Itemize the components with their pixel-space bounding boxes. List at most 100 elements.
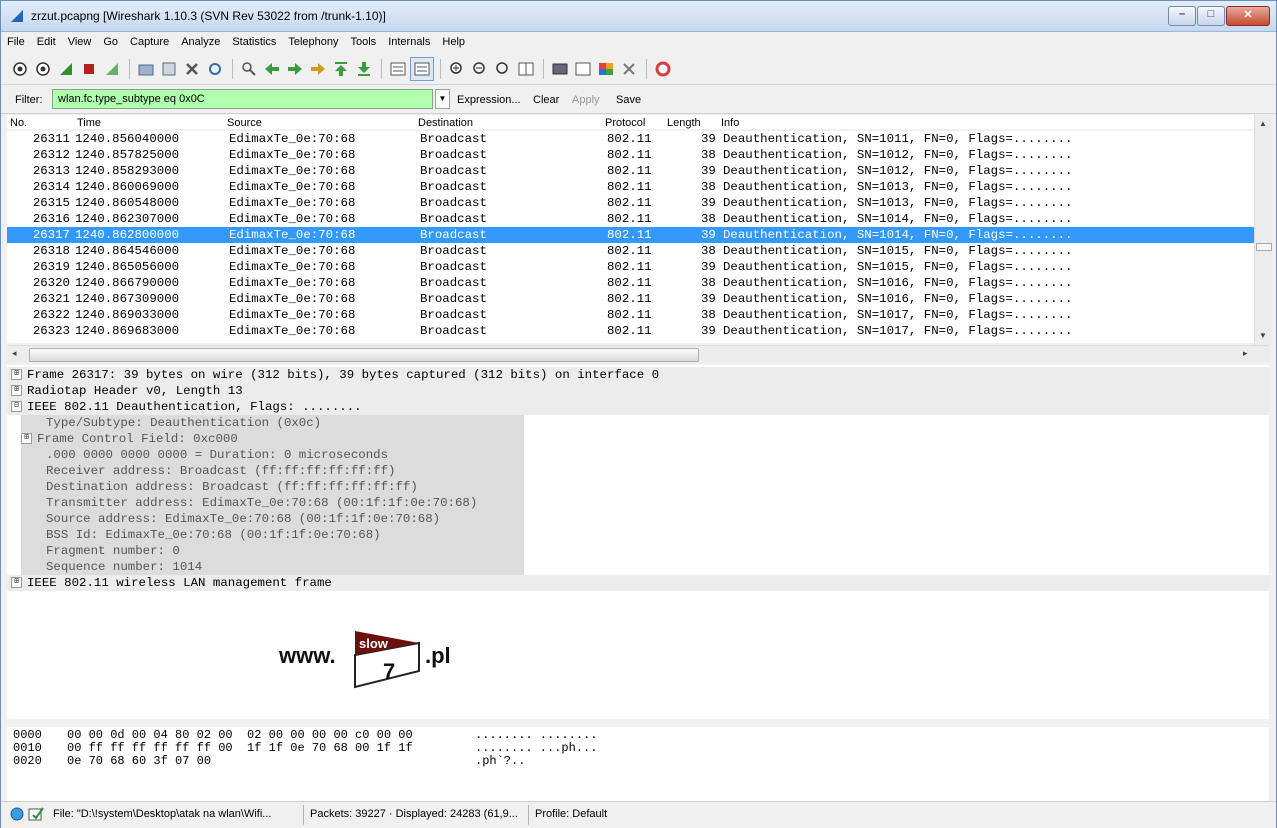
status-profile[interactable]: Profile: Default xyxy=(535,808,607,820)
open-file-icon[interactable] xyxy=(135,58,157,80)
stop-capture-icon[interactable] xyxy=(78,58,100,80)
menu-analyze[interactable]: Analyze xyxy=(175,36,226,48)
save-filter-button[interactable]: Save xyxy=(616,94,641,106)
expert-info-icon[interactable] xyxy=(10,807,24,824)
packet-row[interactable]: 26314 1240.860069000 EdimaxTe_0e:70:68 Broa… xyxy=(7,179,1255,195)
expand-icon[interactable]: ⊞ xyxy=(11,385,22,397)
start-capture-icon[interactable] xyxy=(55,58,77,80)
field-source-address[interactable]: Source address: EdimaxTe_0e:70:68 (00:1f… xyxy=(21,511,524,527)
field-duration[interactable]: .000 0000 0000 0000 = Duration: 0 micros… xyxy=(21,447,524,463)
packet-row[interactable]: 26323 1240.869683000 EdimaxTe_0e:70:68 Broa… xyxy=(7,323,1255,339)
go-forward-icon[interactable] xyxy=(284,58,306,80)
menu-view[interactable]: View xyxy=(62,36,98,48)
go-to-packet-icon[interactable] xyxy=(307,58,329,80)
collapse-icon[interactable]: ⊟ xyxy=(11,401,22,413)
menu-go[interactable]: Go xyxy=(97,36,124,48)
first-packet-icon[interactable] xyxy=(330,58,352,80)
expand-icon[interactable]: ⊞ xyxy=(11,577,22,589)
help-icon[interactable] xyxy=(652,58,674,80)
packet-row[interactable]: 26315 1240.860548000 EdimaxTe_0e:70:68 Broa… xyxy=(7,195,1255,211)
menu-statistics[interactable]: Statistics xyxy=(226,36,282,48)
field-fragment-number[interactable]: Fragment number: 0 xyxy=(21,543,524,559)
field-destination-address[interactable]: Destination address: Broadcast (ff:ff:ff… xyxy=(21,479,524,495)
tree-node-radiotap[interactable]: ⊞ Radiotap Header v0, Length 13 xyxy=(7,383,1269,399)
packet-row[interactable]: 26320 1240.866790000 EdimaxTe_0e:70:68 Broa… xyxy=(7,275,1255,291)
preferences-icon[interactable] xyxy=(618,58,640,80)
field-type-subtype[interactable]: Type/Subtype: Deauthentication (0x0c) xyxy=(21,415,524,431)
zoom-in-icon[interactable] xyxy=(446,58,468,80)
column-header-info[interactable]: Info xyxy=(721,117,739,129)
close-button[interactable]: ✕ xyxy=(1226,6,1270,26)
packet-row[interactable]: 26317 1240.862800000 EdimaxTe_0e:70:68 Broa… xyxy=(7,227,1255,243)
tree-node-ieee80211[interactable]: ⊟ IEEE 802.11 Deauthentication, Flags: ..… xyxy=(7,399,1269,415)
filter-history-dropdown[interactable]: ▼ xyxy=(435,89,450,109)
maximize-button[interactable]: □ xyxy=(1197,6,1225,26)
scroll-up-icon[interactable]: ▲ xyxy=(1259,119,1267,128)
normal-size-icon[interactable] xyxy=(492,58,514,80)
column-header-no[interactable]: No. xyxy=(10,117,27,129)
column-header-time[interactable]: Time xyxy=(77,117,101,129)
hscroll-thumb[interactable] xyxy=(29,348,699,362)
menu-telephony[interactable]: Telephony xyxy=(282,36,344,48)
capture-comments-icon[interactable] xyxy=(28,806,44,825)
colorize-icon[interactable] xyxy=(387,58,409,80)
packet-row[interactable]: 26316 1240.862307000 EdimaxTe_0e:70:68 Broa… xyxy=(7,211,1255,227)
packet-list-hscrollbar[interactable]: ◂ ▸ xyxy=(7,345,1269,363)
apply-button[interactable]: Apply xyxy=(572,94,600,106)
clear-button[interactable]: Clear xyxy=(533,94,559,106)
scroll-down-icon[interactable]: ▼ xyxy=(1259,331,1267,340)
scroll-right-icon[interactable]: ▸ xyxy=(1243,348,1248,359)
auto-scroll-icon[interactable] xyxy=(410,56,434,81)
menu-capture[interactable]: Capture xyxy=(124,36,175,48)
packet-row[interactable]: 26322 1240.869033000 EdimaxTe_0e:70:68 Broa… xyxy=(7,307,1255,323)
tree-node-label: IEEE 802.11 wireless LAN management fram… xyxy=(27,576,332,590)
field-sequence-number[interactable]: Sequence number: 1014 xyxy=(21,559,524,575)
coloring-rules-icon[interactable] xyxy=(595,58,617,80)
menu-internals[interactable]: Internals xyxy=(382,36,436,48)
cell-time: 1240.858293000 xyxy=(75,164,180,178)
field-receiver-address[interactable]: Receiver address: Broadcast (ff:ff:ff:ff… xyxy=(21,463,524,479)
resize-columns-icon[interactable] xyxy=(515,58,537,80)
display-filters-icon[interactable] xyxy=(572,58,594,80)
go-back-icon[interactable] xyxy=(261,58,283,80)
zoom-out-icon[interactable] xyxy=(469,58,491,80)
vscroll-thumb[interactable] xyxy=(1256,243,1272,251)
menu-tools[interactable]: Tools xyxy=(345,36,383,48)
capture-filters-icon[interactable] xyxy=(549,58,571,80)
packet-row[interactable]: 26321 1240.867309000 EdimaxTe_0e:70:68 Broa… xyxy=(7,291,1255,307)
cell-no: 26322 xyxy=(32,308,70,322)
expand-icon[interactable]: ⊞ xyxy=(11,369,22,381)
menu-file[interactable]: File xyxy=(1,36,31,48)
minimize-button[interactable]: – xyxy=(1168,6,1196,26)
packet-list-vscrollbar[interactable]: ▲ ▼ xyxy=(1254,115,1272,345)
packet-row[interactable]: 26318 1240.864546000 EdimaxTe_0e:70:68 Broa… xyxy=(7,243,1255,259)
display-filter-input[interactable] xyxy=(52,89,433,109)
tree-node-mgmt-frame[interactable]: ⊞ IEEE 802.11 wireless LAN management fra… xyxy=(7,575,1269,591)
interface-list-icon[interactable] xyxy=(9,58,31,80)
restart-capture-icon[interactable] xyxy=(101,58,123,80)
packet-row[interactable]: 26319 1240.865056000 EdimaxTe_0e:70:68 Broa… xyxy=(7,259,1255,275)
close-file-icon[interactable] xyxy=(181,58,203,80)
packet-row[interactable]: 26312 1240.857825000 EdimaxTe_0e:70:68 Broa… xyxy=(7,147,1255,163)
column-header-length[interactable]: Length xyxy=(667,117,701,129)
menu-help[interactable]: Help xyxy=(436,36,471,48)
cell-destination: Broadcast xyxy=(420,228,487,242)
tree-node-frame[interactable]: ⊞ Frame 26317: 39 bytes on wire (312 bits… xyxy=(7,367,1269,383)
scroll-left-icon[interactable]: ◂ xyxy=(12,348,17,359)
column-header-protocol[interactable]: Protocol xyxy=(605,117,645,129)
reload-icon[interactable] xyxy=(204,58,226,80)
field-frame-control[interactable]: ⊞ Frame Control Field: 0xc000 xyxy=(21,431,524,447)
packet-row[interactable]: 26313 1240.858293000 EdimaxTe_0e:70:68 Broa… xyxy=(7,163,1255,179)
expand-icon[interactable]: ⊞ xyxy=(21,433,32,445)
capture-options-icon[interactable] xyxy=(32,58,54,80)
field-transmitter-address[interactable]: Transmitter address: EdimaxTe_0e:70:68 (… xyxy=(21,495,524,511)
column-header-source[interactable]: Source xyxy=(227,117,262,129)
save-file-icon[interactable] xyxy=(158,58,180,80)
find-packet-icon[interactable] xyxy=(238,58,260,80)
last-packet-icon[interactable] xyxy=(353,58,375,80)
packet-row[interactable]: 26311 1240.856040000 EdimaxTe_0e:70:68 Broa… xyxy=(7,131,1255,147)
expression-button[interactable]: Expression... xyxy=(457,94,521,106)
field-bss-id[interactable]: BSS Id: EdimaxTe_0e:70:68 (00:1f:1f:0e:7… xyxy=(21,527,524,543)
column-header-destination[interactable]: Destination xyxy=(418,117,473,129)
menu-edit[interactable]: Edit xyxy=(31,36,62,48)
